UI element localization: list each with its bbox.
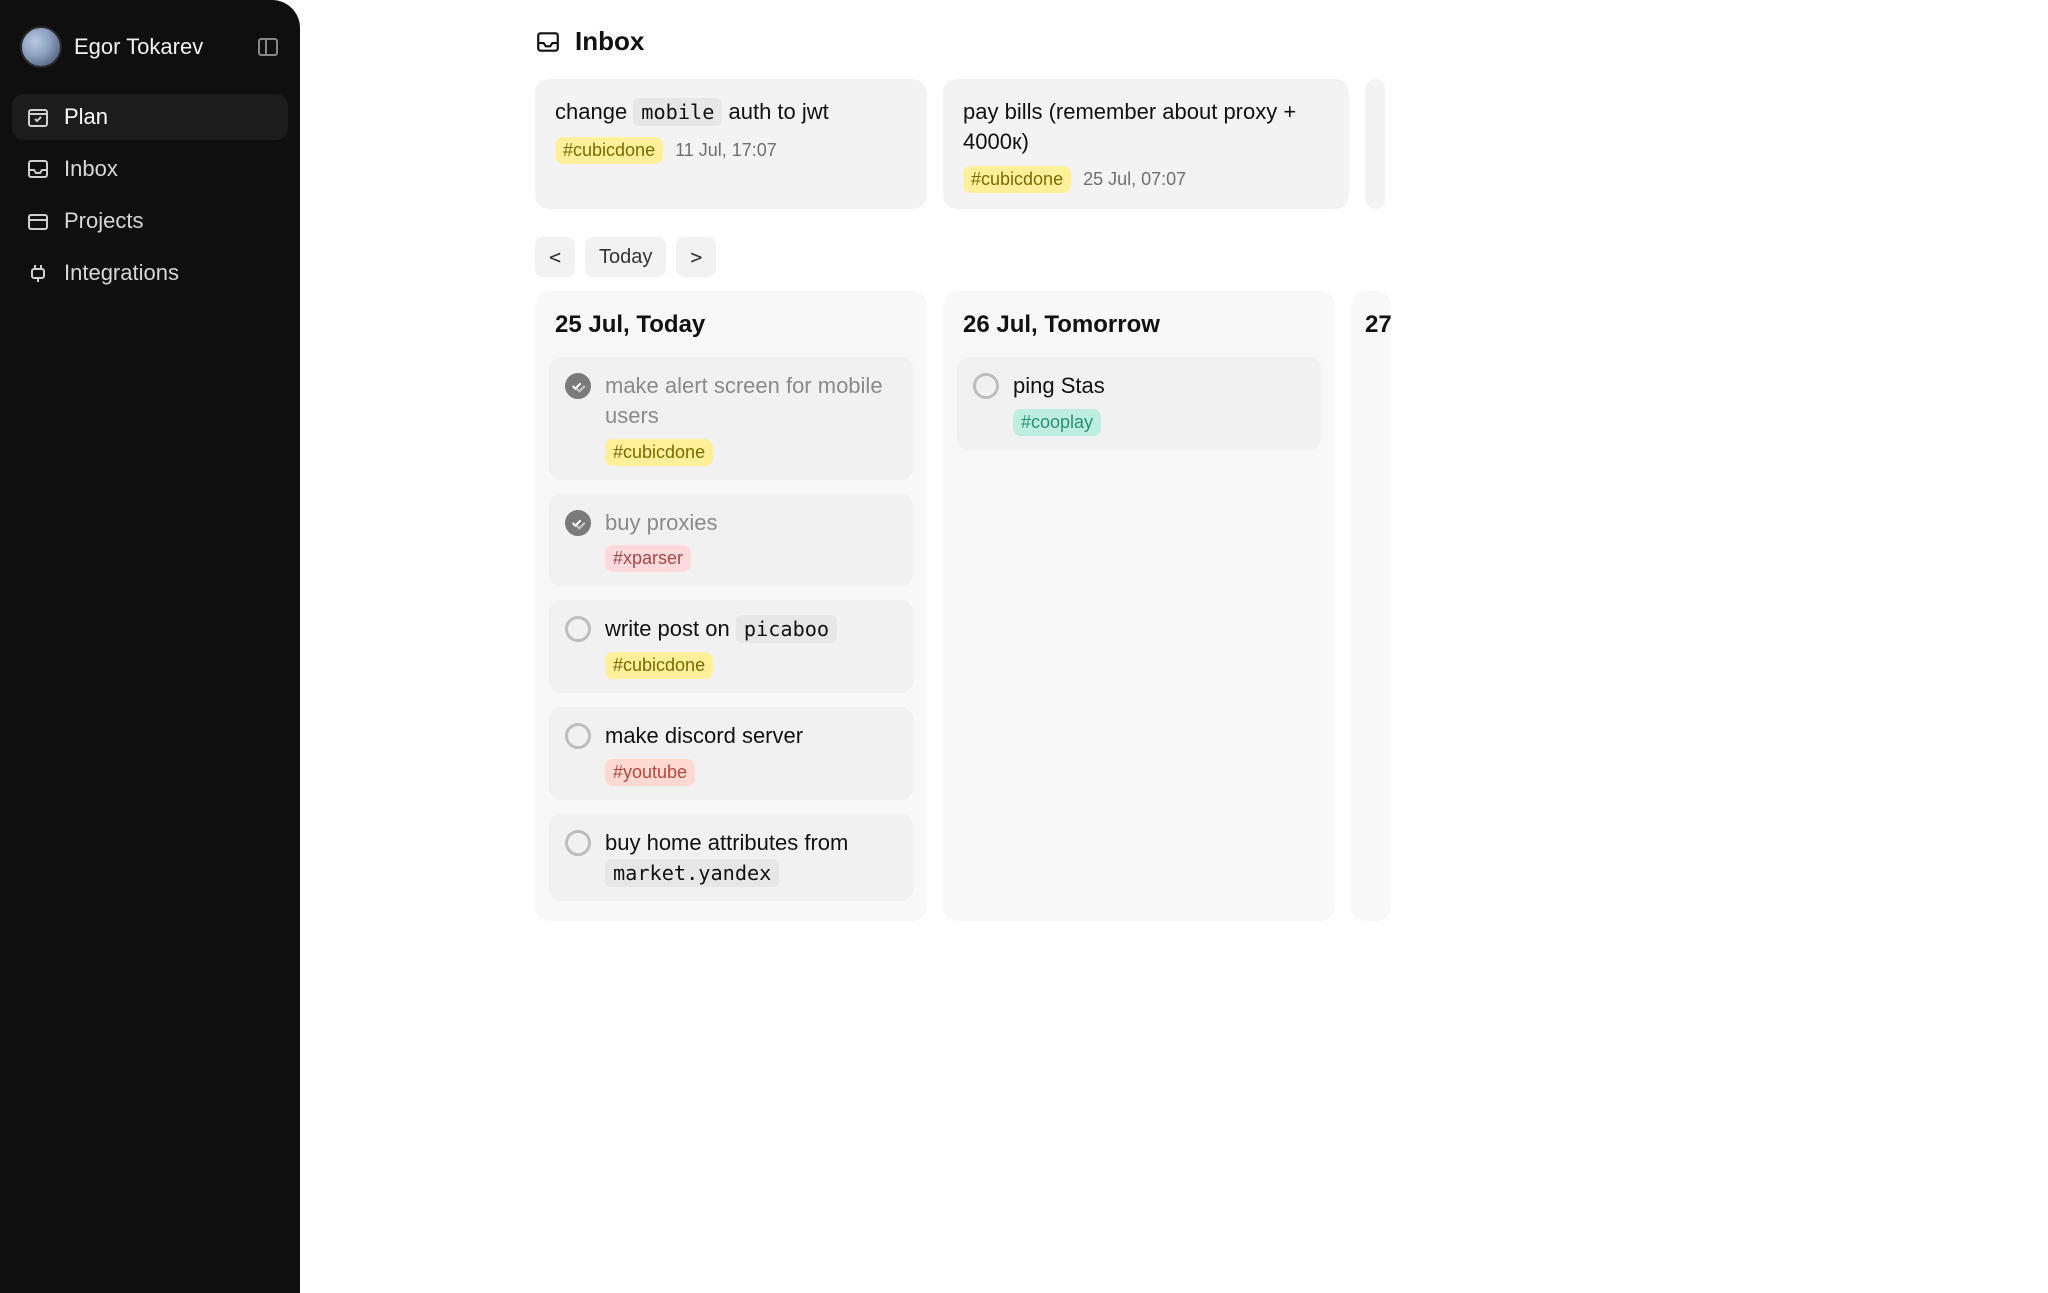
task-meta: #youtube [605,759,897,786]
inbox-card[interactable]: change mobile auth to jwt #cubicdone 11 Ju… [535,79,927,209]
task-checkbox[interactable] [565,373,591,399]
sidebar-toggle-icon[interactable] [256,35,280,59]
code-span: market.yandex [605,859,779,887]
day-heading: 25 Jul, Today [555,311,907,339]
inbox-icon [26,157,50,181]
timestamp: 25 Jul, 07:07 [1083,169,1186,190]
tag[interactable]: #youtube [605,759,695,786]
task-checkbox[interactable] [973,373,999,399]
plug-icon [26,261,50,285]
sidebar-item-integrations[interactable]: Integrations [12,250,288,296]
task-card[interactable]: ping Stas #cooplay [957,357,1321,450]
sidebar: Egor Tokarev Plan Inbox [0,0,300,1293]
task-card[interactable]: make alert screen for mobile users #cubic… [549,357,913,479]
day-column: 27 [1351,291,1391,921]
task-title: ping Stas [1013,371,1305,401]
day-nav: < Today > [535,237,2048,277]
task-body: buy proxies #xparser [605,508,897,573]
task-title: buy proxies [605,508,897,538]
inbox-cards-row: change mobile auth to jwt #cubicdone 11 Ju… [535,79,2048,209]
task-body: buy home attributes from market.yandex [605,828,897,887]
day-column: 25 Jul, Today make alert screen for mobil… [535,291,927,921]
folder-icon [26,209,50,233]
task-meta: #xparser [605,545,897,572]
tag[interactable]: #cubicdone [963,166,1071,193]
task-checkbox[interactable] [565,723,591,749]
tag[interactable]: #cooplay [1013,409,1101,436]
sidebar-item-plan[interactable]: Plan [12,94,288,140]
sidebar-item-inbox[interactable]: Inbox [12,146,288,192]
next-day-button[interactable]: > [676,237,716,277]
task-card[interactable]: buy proxies #xparser [549,494,913,587]
task-meta: #cooplay [1013,409,1305,436]
task-title: write post on picaboo [605,614,897,644]
task-body: write post on picaboo #cubicdone [605,614,897,679]
sidebar-nav: Plan Inbox Projects Int [12,94,288,296]
task-title: buy home attributes from market.yandex [605,828,897,887]
section-header: Inbox [535,26,2048,57]
sidebar-item-projects[interactable]: Projects [12,198,288,244]
task-checkbox[interactable] [565,510,591,536]
inbox-card-title: pay bills (remember about proxy + 4000к) [963,97,1329,156]
task-body: ping Stas #cooplay [1013,371,1305,436]
task-checkbox[interactable] [565,830,591,856]
main-content: Inbox change mobile auth to jwt #cubicdon… [300,0,2048,1293]
task-body: make alert screen for mobile users #cubic… [605,371,897,465]
task-meta: #cubicdone [605,652,897,679]
tag[interactable]: #cubicdone [605,439,713,466]
section-title: Inbox [575,26,644,57]
avatar [20,26,62,68]
inbox-icon [535,29,561,55]
sidebar-item-label: Projects [64,208,143,234]
sidebar-item-label: Integrations [64,260,179,286]
tag[interactable]: #cubicdone [605,652,713,679]
user-block[interactable]: Egor Tokarev [20,26,203,68]
task-meta: #cubicdone [605,439,897,466]
day-columns: 25 Jul, Today make alert screen for mobil… [535,291,2048,921]
day-column: 26 Jul, Tomorrow ping Stas #cooplay [943,291,1335,921]
task-list: make alert screen for mobile users #cubic… [549,357,913,901]
task-list: ping Stas #cooplay [957,357,1321,450]
code-span: mobile [633,98,722,126]
day-heading: 27 [1365,311,1377,339]
inbox-card[interactable] [1365,79,1385,209]
task-body: make discord server #youtube [605,721,897,786]
task-title: make alert screen for mobile users [605,371,897,430]
sidebar-item-label: Plan [64,104,108,130]
task-checkbox[interactable] [565,616,591,642]
username: Egor Tokarev [74,34,203,60]
task-card[interactable]: buy home attributes from market.yandex [549,814,913,901]
calendar-check-icon [26,105,50,129]
task-card[interactable]: write post on picaboo #cubicdone [549,600,913,693]
prev-day-button[interactable]: < [535,237,575,277]
inbox-card-title: change mobile auth to jwt [555,97,907,127]
task-title: make discord server [605,721,897,751]
day-heading: 26 Jul, Tomorrow [963,311,1315,339]
sidebar-header: Egor Tokarev [12,20,288,86]
code-span: picaboo [736,615,837,643]
inbox-card-meta: #cubicdone 25 Jul, 07:07 [963,166,1329,193]
today-button[interactable]: Today [585,237,666,277]
sidebar-item-label: Inbox [64,156,118,182]
tag[interactable]: #cubicdone [555,137,663,164]
inbox-card[interactable]: pay bills (remember about proxy + 4000к)… [943,79,1349,209]
tag[interactable]: #xparser [605,545,691,572]
task-card[interactable]: make discord server #youtube [549,707,913,800]
timestamp: 11 Jul, 17:07 [675,140,777,161]
inbox-card-meta: #cubicdone 11 Jul, 17:07 [555,137,907,164]
